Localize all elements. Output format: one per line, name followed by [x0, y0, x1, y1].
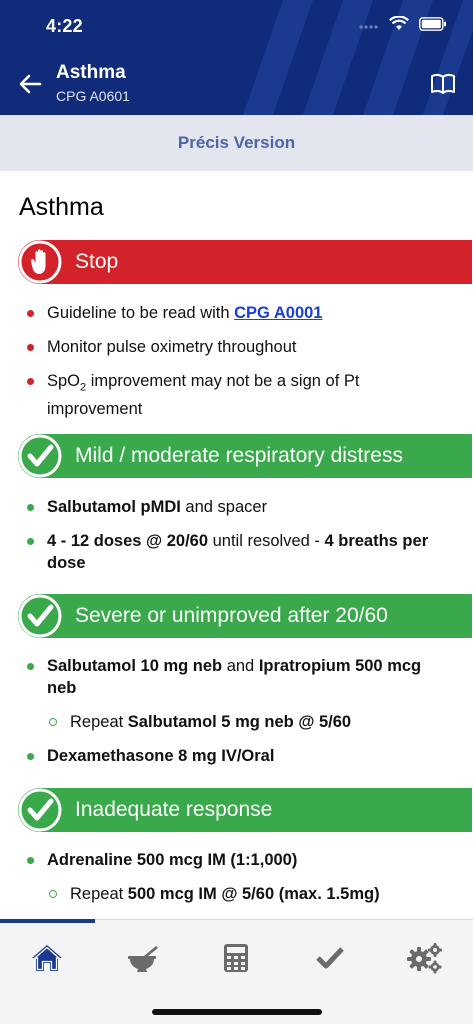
- mortar-pestle-icon: [128, 946, 158, 972]
- precis-version-banner[interactable]: Précis Version: [0, 115, 473, 171]
- home-indicator[interactable]: [152, 1009, 322, 1015]
- cellular-signal-icon: [359, 24, 378, 29]
- list-item: Monitor pulse oximetry throughout: [0, 336, 473, 358]
- status-time: 4:22: [46, 16, 83, 36]
- active-tab-indicator: [0, 919, 95, 923]
- home-icon: [32, 945, 62, 971]
- calculator-icon: [224, 944, 248, 972]
- gears-icon: [407, 943, 442, 974]
- section-list-mild-moderate: Salbutamol pMDI and spacer 4 - 12 doses …: [0, 496, 473, 586]
- list-item: Salbutamol pMDI and spacer: [0, 496, 473, 518]
- list-item: Dexamethasone 8 mg IV/Oral: [0, 745, 473, 767]
- wifi-icon: [389, 16, 409, 30]
- app-bar: Asthma CPG A0601: [0, 56, 473, 112]
- section-header-inadequate-response: Inadequate response: [18, 788, 472, 832]
- list-item: SpO2 improvement may not be a sign of Pt…: [0, 370, 473, 420]
- section-label: Severe or unimproved after 20/60: [75, 604, 388, 627]
- bottom-tab-bar: [0, 919, 473, 1024]
- list-item: Repeat 500 mcg IM @ 5/60 (max. 1.5mg): [0, 883, 473, 905]
- section-label: Stop: [75, 250, 119, 273]
- bullet-dot: [27, 378, 34, 385]
- bullet-dot: [27, 663, 34, 670]
- status-bar: 4:22: [0, 0, 473, 50]
- bullet-dot: [27, 753, 34, 760]
- list-item: Salbutamol 10 mg neb and Ipratropium 500…: [0, 655, 473, 699]
- sub-bullet-circle: [49, 718, 57, 726]
- list-item: 4 - 12 doses @ 20/60 until resolved - 4 …: [0, 530, 473, 574]
- back-arrow-icon[interactable]: [16, 70, 44, 98]
- bullet-dot: [27, 310, 34, 317]
- section-list-stop: Guideline to be read with CPG A0001 Moni…: [0, 302, 473, 432]
- sub-bullet-circle: [49, 890, 57, 898]
- tab-home[interactable]: [27, 938, 67, 978]
- precis-version-label: Précis Version: [177, 133, 296, 152]
- app-header: 4:22 Asthma CPG A0601: [0, 0, 473, 115]
- section-list-inadequate-response: Adrenaline 500 mcg IM (1:1,000) Repeat 5…: [0, 849, 473, 917]
- checkmark-icon: [316, 947, 344, 969]
- tab-settings[interactable]: [405, 938, 445, 978]
- page-header-subtitle: CPG A0601: [56, 88, 130, 104]
- tab-checklist[interactable]: [310, 938, 350, 978]
- section-header-stop: Stop: [18, 240, 472, 284]
- section-label: Inadequate response: [75, 798, 273, 821]
- open-book-icon[interactable]: [429, 70, 457, 98]
- content-title: Asthma: [19, 193, 104, 221]
- stop-hand-icon: [18, 240, 62, 284]
- status-icons: [359, 16, 447, 31]
- guideline-content: Asthma Stop Guideline to be read with CP…: [0, 171, 473, 919]
- battery-icon: [419, 16, 446, 31]
- check-circle-icon: [18, 594, 62, 638]
- section-header-severe: Severe or unimproved after 20/60: [18, 594, 472, 638]
- section-label: Mild / moderate respiratory distress: [75, 444, 403, 467]
- check-circle-icon: [18, 434, 62, 478]
- bullet-dot: [27, 857, 34, 864]
- cpg-a0001-link[interactable]: CPG A0001: [234, 304, 322, 322]
- list-item: Guideline to be read with CPG A0001: [0, 302, 473, 324]
- section-list-severe: Salbutamol 10 mg neb and Ipratropium 500…: [0, 655, 473, 779]
- tab-calculator[interactable]: [216, 938, 256, 978]
- page-header-title: Asthma: [56, 62, 126, 83]
- check-circle-icon: [18, 788, 62, 832]
- list-item: Adrenaline 500 mcg IM (1:1,000): [0, 849, 473, 871]
- bullet-dot: [27, 344, 34, 351]
- section-header-mild-moderate: Mild / moderate respiratory distress: [18, 434, 472, 478]
- bullet-dot: [27, 504, 34, 511]
- list-item: Repeat Salbutamol 5 mg neb @ 5/60: [0, 711, 473, 733]
- tab-medications[interactable]: [122, 938, 162, 978]
- bullet-dot: [27, 538, 34, 545]
